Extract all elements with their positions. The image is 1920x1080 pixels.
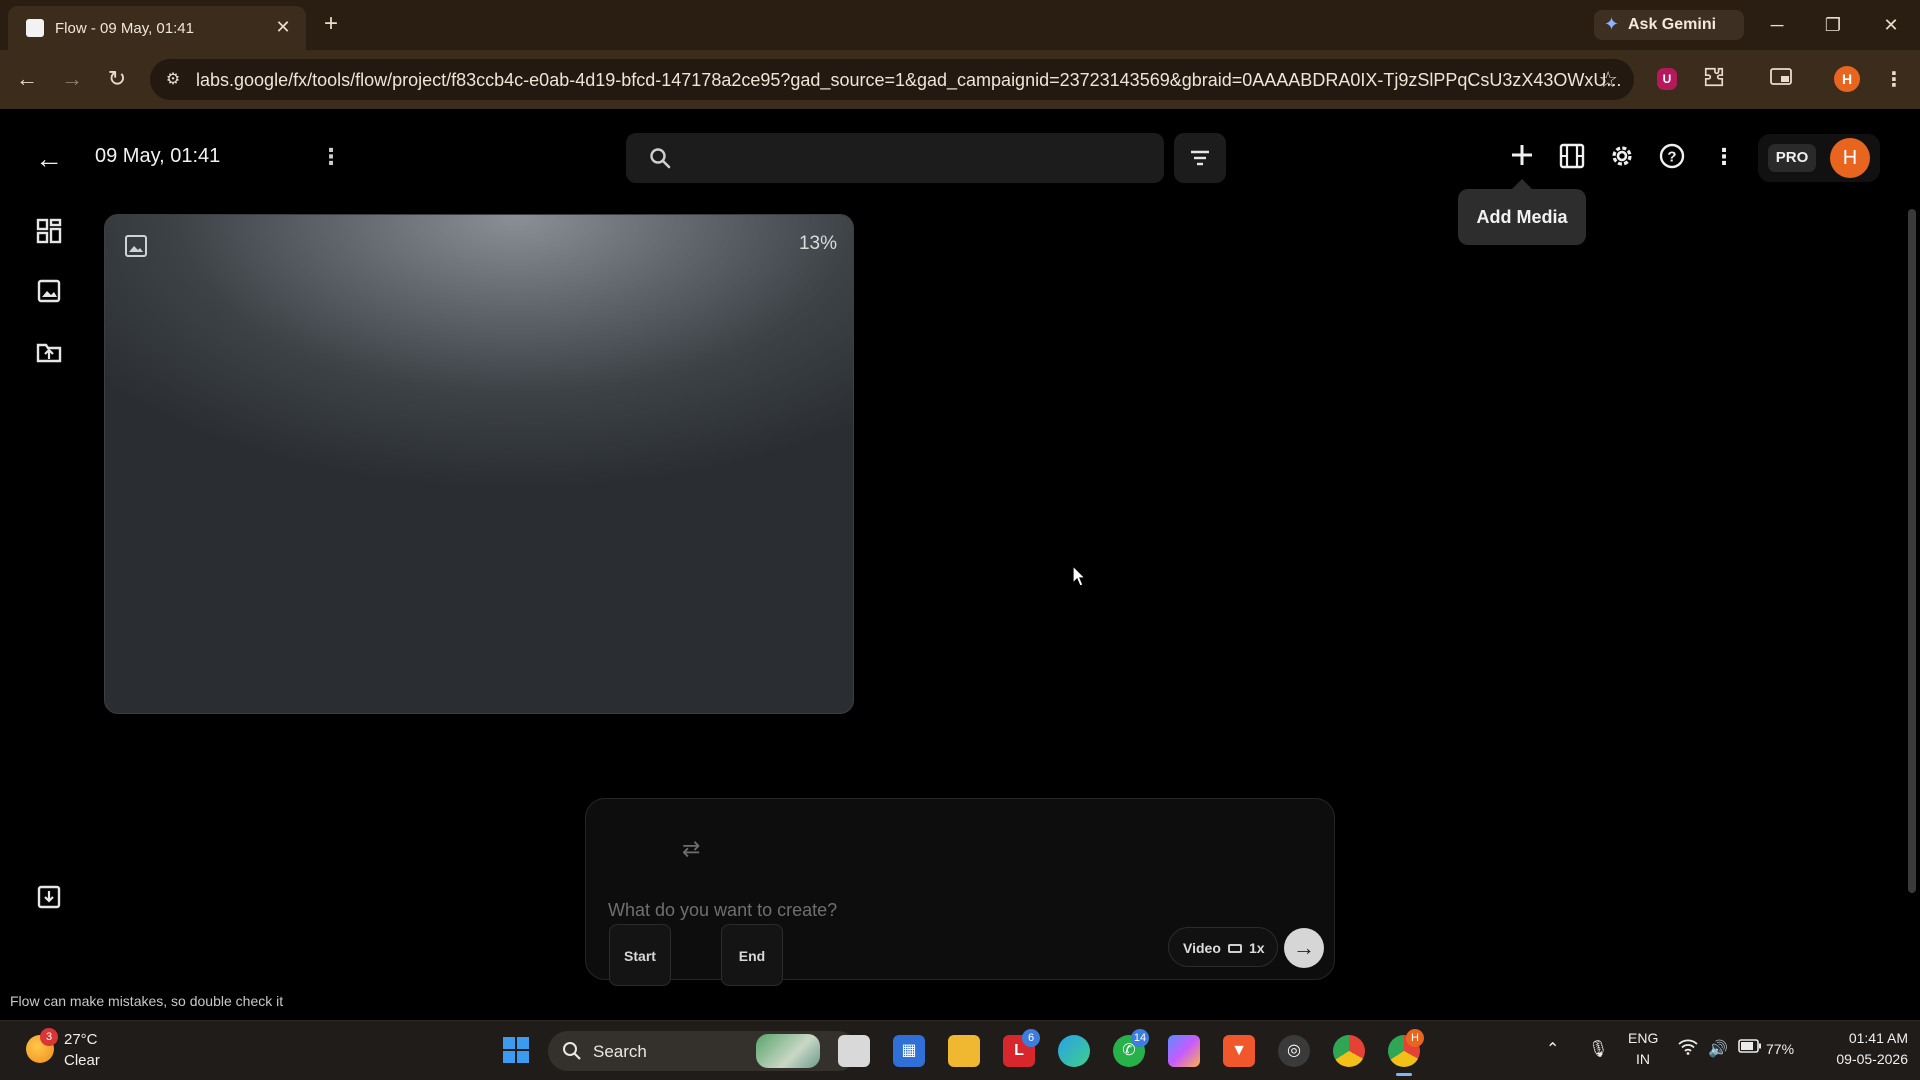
generation-progress: 13%	[798, 233, 837, 254]
address-bar[interactable]: ⚙ labs.google/fx/tools/flow/project/f83c…	[150, 59, 1634, 100]
browser-profile-avatar[interactable]: H	[1834, 66, 1860, 92]
clock-date[interactable]: 09-05-2026	[1818, 1051, 1908, 1067]
close-window-icon[interactable]: ✕	[1876, 10, 1906, 40]
mouse-cursor-icon	[1072, 564, 1087, 592]
windows-taskbar: 3 27°C Clear Search ▦ L 6 ✆ 14 ▼ ◎ H ⌃ 🎙…	[0, 1020, 1920, 1080]
ask-gemini-button[interactable]: ✦ Ask Gemini	[1594, 10, 1744, 40]
file-explorer-icon[interactable]	[948, 1035, 980, 1067]
project-title: 09 May, 01:41	[95, 145, 221, 167]
extensions-puzzle-icon[interactable]	[1700, 66, 1728, 94]
image-placeholder-icon	[123, 233, 149, 264]
url-text: labs.google/fx/tools/flow/project/f83ccb…	[196, 70, 1622, 90]
browser-chrome: Flow - 09 May, 01:41 ✕ + ✦ Ask Gemini ─ …	[0, 0, 1920, 109]
language-code[interactable]: ENG	[1628, 1030, 1658, 1046]
filter-icon	[1189, 147, 1211, 174]
bookmark-star-icon[interactable]: ☆	[1598, 67, 1618, 93]
settings-gear-icon[interactable]	[1606, 142, 1638, 174]
mode-label: Video	[1183, 940, 1221, 956]
volume-icon[interactable]: 🔊	[1708, 1039, 1728, 1059]
microsoft-store-icon[interactable]: ▦	[893, 1035, 925, 1067]
forward-nav-icon[interactable]: →	[57, 64, 87, 94]
lens-badge: 6	[1022, 1029, 1040, 1047]
battery-percent: 77%	[1766, 1041, 1795, 1057]
output-count-label: 1x	[1249, 940, 1265, 956]
pro-badge: PRO	[1768, 144, 1816, 172]
browser-tab[interactable]: Flow - 09 May, 01:41 ✕	[8, 6, 306, 50]
ask-gemini-label: Ask Gemini	[1628, 16, 1717, 33]
weather-temperature: 27°C	[64, 1031, 98, 1048]
tab-strip: Flow - 09 May, 01:41 ✕ + ✦ Ask Gemini ─ …	[0, 0, 1920, 50]
back-arrow-icon[interactable]: ←	[34, 144, 64, 174]
microphone-icon[interactable]: 🎙	[1588, 1039, 1608, 1059]
image-view-icon[interactable]	[34, 276, 64, 306]
whatsapp-badge: 14	[1131, 1029, 1149, 1047]
reload-icon[interactable]: ↻	[102, 64, 132, 94]
disclaimer-text: Flow can make mistakes, so double check …	[10, 993, 284, 1009]
close-tab-icon[interactable]: ✕	[272, 16, 294, 38]
swap-frames-icon[interactable]: ⇄	[682, 836, 700, 862]
back-nav-icon[interactable]: ←	[12, 64, 42, 94]
tray-overflow-chevron-icon[interactable]: ⌃	[1546, 1039, 1559, 1059]
new-tab-button[interactable]: +	[318, 12, 344, 38]
chrome-profile-badge: H	[1406, 1029, 1424, 1047]
media-generation-card[interactable]: 13%	[104, 214, 854, 714]
windows-start-icon[interactable]	[500, 1035, 532, 1067]
copilot-icon[interactable]	[1168, 1035, 1200, 1067]
user-avatar[interactable]: H	[1830, 138, 1870, 178]
weather-condition: Clear	[64, 1052, 100, 1069]
send-arrow-button[interactable]: →	[1284, 928, 1324, 968]
add-media-icon[interactable]	[1506, 142, 1538, 174]
download-icon[interactable]	[34, 882, 64, 912]
browser-toolbar: ← → ↻ ⚙ labs.google/fx/tools/flow/projec…	[0, 50, 1920, 109]
search-icon	[648, 146, 672, 175]
grid-view-icon[interactable]	[34, 216, 64, 246]
browser-menu-icon[interactable]: ⋮	[1880, 66, 1908, 94]
taskbar-search-icon	[562, 1041, 582, 1066]
ublock-extension-icon[interactable]: U	[1657, 68, 1677, 90]
help-icon[interactable]: ?	[1656, 142, 1688, 174]
obs-studio-icon[interactable]: ◎	[1278, 1035, 1310, 1067]
svg-text:?: ?	[1667, 149, 1676, 166]
end-frame-button[interactable]: End	[721, 924, 783, 986]
taskbar-search-label: Search	[593, 1042, 647, 1061]
cast-screen-icon[interactable]	[1767, 66, 1795, 94]
page-favicon-icon	[26, 19, 44, 37]
weather-badge: 3	[40, 1028, 58, 1046]
scenebuilder-film-icon[interactable]	[1556, 142, 1588, 174]
aspect-ratio-icon	[1228, 944, 1242, 953]
account-area: PRO H	[1758, 134, 1880, 182]
chrome-browser-icon[interactable]	[1333, 1035, 1365, 1067]
edge-browser-icon[interactable]	[1058, 1035, 1090, 1067]
search-input[interactable]	[686, 143, 1146, 173]
task-view-icon[interactable]	[838, 1035, 870, 1067]
active-app-indicator	[1396, 1073, 1412, 1076]
video-mode-selector[interactable]: Video 1x	[1168, 927, 1278, 967]
wifi-icon[interactable]	[1678, 1039, 1698, 1060]
flow-app: ← 09 May, 01:41 ⋮ ? ⋮ PRO H Add Media 13…	[0, 109, 1920, 1020]
search-bar	[626, 133, 1164, 183]
taskbar-search[interactable]: Search	[548, 1031, 858, 1071]
project-menu-icon[interactable]: ⋮	[320, 142, 342, 172]
restore-icon[interactable]: ❐	[1818, 10, 1848, 40]
add-media-tooltip: Add Media	[1458, 179, 1586, 245]
tab-title: Flow - 09 May, 01:41	[55, 20, 194, 37]
battery-icon[interactable]	[1738, 1039, 1762, 1058]
site-info-icon[interactable]: ⚙	[162, 69, 184, 91]
page-scrollbar[interactable]	[1908, 209, 1916, 893]
language-region[interactable]: IN	[1628, 1051, 1658, 1067]
upload-folder-icon[interactable]	[34, 337, 64, 367]
clock-time[interactable]: 01:41 AM	[1818, 1030, 1908, 1046]
search-highlight-art	[756, 1034, 820, 1068]
start-frame-button[interactable]: Start	[609, 924, 671, 986]
brave-browser-icon[interactable]: ▼	[1223, 1035, 1255, 1067]
minimize-icon[interactable]: ─	[1762, 10, 1792, 40]
prompt-input[interactable]	[608, 895, 1128, 925]
gemini-sparkle-icon: ✦	[1604, 14, 1620, 34]
filter-button[interactable]	[1174, 133, 1226, 183]
more-options-icon[interactable]: ⋮	[1713, 142, 1735, 172]
